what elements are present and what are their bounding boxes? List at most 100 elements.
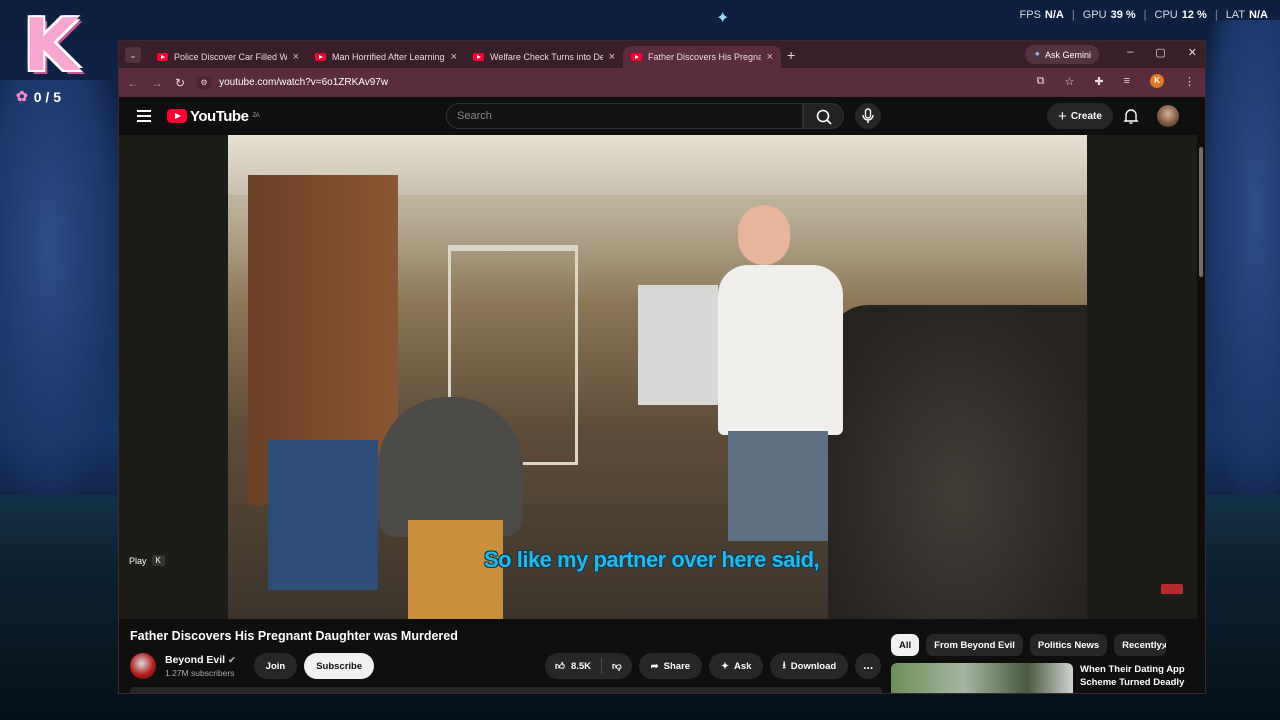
- youtube-favicon-icon: [473, 53, 484, 61]
- page-scrollbar[interactable]: [1197, 107, 1205, 693]
- url-field[interactable]: ⚙ youtube.com/watch?v=6o1ZRKAv97w: [197, 75, 388, 90]
- tab-search-icon[interactable]: ⌄: [125, 46, 141, 63]
- youtube-logo-text: YouTube: [190, 107, 249, 125]
- separator: |: [1143, 9, 1147, 21]
- chip-from-channel[interactable]: From Beyond Evil: [926, 634, 1023, 656]
- tab-title: Father Discovers His Pregnant D: [648, 52, 761, 62]
- chip-recently-uploaded[interactable]: Recently up: [1114, 634, 1167, 656]
- youtube-favicon-icon: [157, 53, 168, 61]
- chip-all[interactable]: All: [891, 634, 920, 656]
- close-tab-icon[interactable]: ×: [293, 51, 299, 63]
- bookmark-star-icon[interactable]: ☆: [1064, 75, 1074, 88]
- close-tab-icon[interactable]: ×: [451, 51, 457, 63]
- browser-tab[interactable]: Welfare Check Turns into Dead ×: [465, 46, 623, 68]
- profile-avatar[interactable]: K: [1150, 74, 1164, 88]
- youtube-play-icon: [167, 109, 187, 123]
- user-avatar[interactable]: [1157, 105, 1179, 127]
- hamburger-menu-icon[interactable]: [137, 107, 151, 125]
- bell-icon: [1123, 109, 1139, 124]
- video-player[interactable]: So like my partner over here said, Play …: [119, 135, 1199, 619]
- play-hint[interactable]: Play K: [129, 555, 165, 566]
- like-button[interactable]: 👍︎ 8.5K: [545, 653, 601, 679]
- browser-tab-active[interactable]: Father Discovers His Pregnant D ×: [623, 46, 781, 68]
- cpu-value: 12 %: [1181, 9, 1207, 21]
- extensions-icon[interactable]: ✚: [1094, 75, 1103, 88]
- subscribe-watermark-icon[interactable]: [1161, 584, 1183, 594]
- region-code: ZA: [252, 113, 260, 119]
- download-label: Download: [790, 660, 837, 672]
- play-label: Play: [129, 555, 147, 566]
- subscribe-button[interactable]: Subscribe: [304, 653, 375, 679]
- share-label: Share: [663, 660, 691, 672]
- recommended-title[interactable]: When Their Dating App Scheme Turned Dead…: [1080, 663, 1190, 693]
- video-subtitle: So like my partner over here said,: [484, 547, 820, 572]
- create-button[interactable]: + Create: [1047, 103, 1113, 129]
- close-window-icon[interactable]: ✕: [1188, 46, 1197, 59]
- browser-tab[interactable]: Man Horrified After Learning G ×: [307, 46, 465, 68]
- wallpaper-tree-left: [0, 80, 125, 500]
- flower-icon: ✿: [16, 88, 28, 104]
- description-box[interactable]: [130, 687, 882, 693]
- reading-list-icon[interactable]: ≡: [1124, 75, 1130, 87]
- recommended-item[interactable]: When Their Dating App Scheme Turned Dead…: [891, 663, 1190, 693]
- channel-name-text: Beyond Evil: [165, 654, 226, 666]
- fps-value: N/A: [1044, 9, 1064, 21]
- scrollbar-thumb[interactable]: [1199, 147, 1203, 277]
- search-button[interactable]: [803, 103, 844, 129]
- back-icon[interactable]: ←: [127, 76, 139, 90]
- site-info-icon[interactable]: ⚙: [197, 75, 212, 90]
- related-filter-chips: All From Beyond Evil Politics News Recen…: [891, 634, 1167, 656]
- star-icon: ✦: [716, 10, 730, 27]
- ask-gemini-button[interactable]: ✦ Ask Gemini: [1025, 45, 1099, 64]
- scene-car: [828, 305, 1087, 619]
- download-button[interactable]: ⭳ Download: [770, 653, 849, 679]
- share-button[interactable]: ➦ Share: [638, 653, 703, 679]
- youtube-header: YouTube ZA Search + Create: [119, 97, 1205, 135]
- search-input[interactable]: Search: [446, 103, 803, 129]
- close-tab-icon[interactable]: ×: [767, 51, 773, 63]
- minimize-icon[interactable]: –: [1127, 46, 1133, 59]
- browser-menu-icon[interactable]: ⋮: [1184, 75, 1195, 88]
- notifications-bell-icon[interactable]: [1122, 107, 1140, 130]
- maximize-icon[interactable]: ▢: [1155, 46, 1165, 59]
- youtube-logo[interactable]: YouTube ZA: [167, 107, 260, 125]
- channel-name[interactable]: Beyond Evil ✔: [165, 654, 236, 666]
- more-actions-button[interactable]: ...: [855, 653, 882, 679]
- chip-politics-news[interactable]: Politics News: [1029, 634, 1108, 656]
- score-text: 0 / 5: [33, 88, 61, 105]
- ask-label: Ask: [734, 660, 752, 672]
- gemini-label: Ask Gemini: [1044, 49, 1091, 60]
- microphone-icon: [862, 108, 874, 123]
- install-icon[interactable]: ⧉: [1037, 75, 1045, 88]
- ask-button[interactable]: ✦ Ask: [709, 653, 764, 679]
- cpu-label: CPU: [1154, 9, 1178, 21]
- channel-info: Beyond Evil ✔ 1.27M subscribers: [165, 654, 236, 678]
- window-controls: – ▢ ✕: [1127, 46, 1197, 59]
- voice-search-button[interactable]: [855, 103, 881, 129]
- lat-label: LAT: [1225, 9, 1246, 21]
- browser-tab[interactable]: Police Discover Car Filled With ×: [149, 46, 307, 68]
- chevron-right-icon[interactable]: ›: [1161, 637, 1166, 653]
- wallpaper-tree-right: [1200, 20, 1280, 500]
- close-tab-icon[interactable]: ×: [609, 51, 615, 63]
- reload-icon[interactable]: ↻: [175, 76, 185, 90]
- new-tab-icon[interactable]: +: [787, 47, 795, 63]
- toolbar-right: ⧉ ☆ ✚ ≡ K ⋮: [1037, 74, 1195, 88]
- youtube-favicon-icon: [631, 53, 642, 61]
- play-shortcut-key: K: [151, 555, 165, 566]
- thumbs-down-icon: 👎︎: [612, 661, 622, 672]
- scene-person: [718, 205, 843, 545]
- channel-avatar[interactable]: [130, 653, 156, 679]
- forward-icon[interactable]: →: [151, 76, 163, 90]
- video-frame[interactable]: So like my partner over here said,: [228, 135, 1087, 619]
- recommended-thumbnail[interactable]: [891, 663, 1073, 693]
- performance-overlay: FPS N/A | GPU 39 % | CPU 12 % | LAT N/A: [1020, 9, 1268, 21]
- lat-value: N/A: [1249, 9, 1268, 21]
- tab-title: Police Discover Car Filled With: [174, 52, 287, 62]
- dislike-button[interactable]: 👎︎: [602, 653, 632, 679]
- tab-title: Man Horrified After Learning G: [332, 52, 445, 62]
- video-title: Father Discovers His Pregnant Daughter w…: [130, 629, 458, 643]
- create-label: Create: [1070, 110, 1102, 122]
- join-button[interactable]: Join: [253, 653, 298, 679]
- channel-row: Beyond Evil ✔ 1.27M subscribers Join Sub…: [130, 652, 375, 680]
